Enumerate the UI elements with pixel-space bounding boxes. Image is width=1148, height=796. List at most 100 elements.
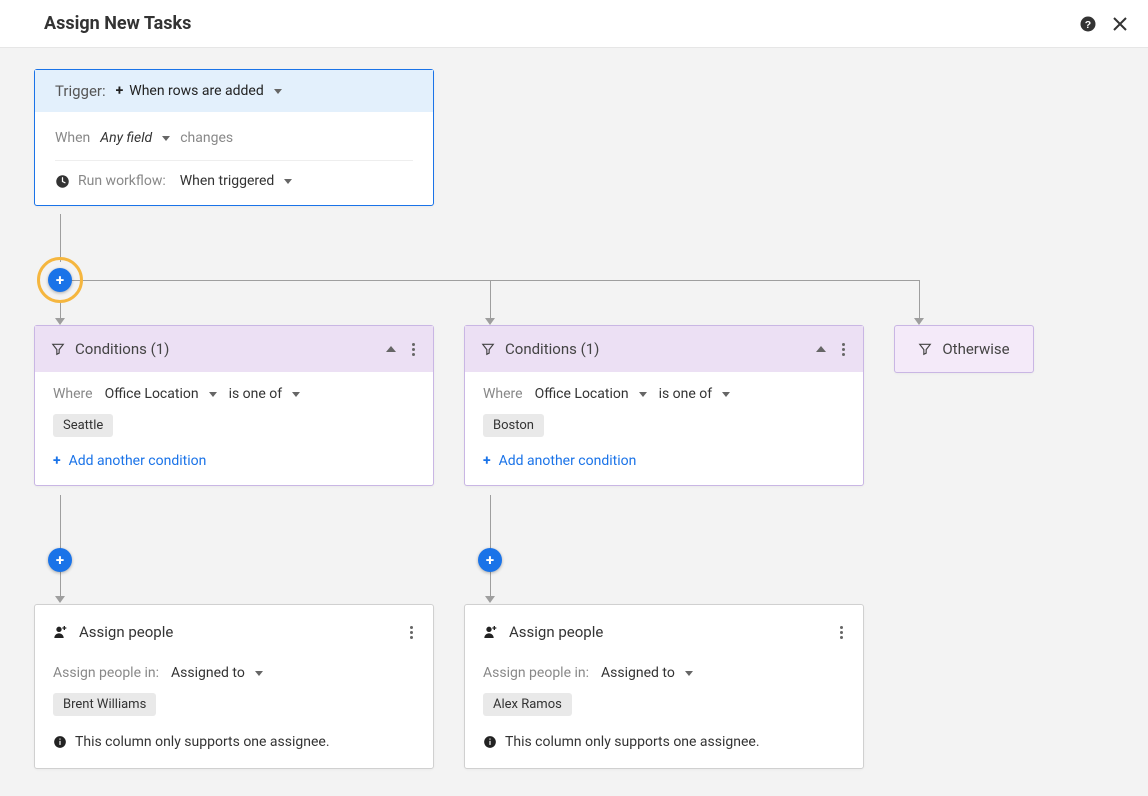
plus-icon: + bbox=[483, 453, 491, 469]
add-step-button[interactable]: + bbox=[48, 548, 72, 572]
info-icon bbox=[483, 735, 497, 749]
connector bbox=[62, 280, 920, 281]
condition-card-1: Conditions (1) Where Office Location is … bbox=[34, 325, 434, 486]
condition-operator-dropdown[interactable]: is one of bbox=[229, 386, 301, 402]
assignee-tag[interactable]: Alex Ramos bbox=[483, 693, 572, 716]
chevron-down-icon bbox=[722, 392, 730, 397]
more-menu-icon[interactable] bbox=[408, 624, 415, 641]
filter-icon bbox=[481, 342, 495, 356]
add-step-button[interactable]: + bbox=[48, 268, 72, 292]
chevron-down-icon bbox=[274, 89, 282, 94]
arrow-down-icon bbox=[55, 318, 65, 325]
header-actions: ? bbox=[1078, 14, 1130, 34]
connector bbox=[60, 495, 61, 598]
add-step-button[interactable]: + bbox=[478, 548, 502, 572]
assign-title-group: Assign people bbox=[53, 623, 173, 641]
condition-value-tag[interactable]: Seattle bbox=[53, 414, 113, 437]
condition-field-dropdown[interactable]: Office Location bbox=[105, 386, 217, 402]
assign-title: Assign people bbox=[509, 623, 603, 641]
assign-card-2: Assign people Assign people in: Assigned… bbox=[464, 604, 864, 769]
condition-header-actions bbox=[816, 341, 847, 358]
trigger-type-text: When rows are added bbox=[129, 83, 263, 99]
plus-icon: + bbox=[116, 83, 124, 99]
connector bbox=[60, 214, 61, 262]
condition-card-2: Conditions (1) Where Office Location is … bbox=[464, 325, 864, 486]
page-header: Assign New Tasks ? bbox=[0, 0, 1148, 48]
condition-operator-dropdown[interactable]: is one of bbox=[659, 386, 731, 402]
arrow-down-icon bbox=[914, 318, 924, 325]
more-menu-icon[interactable] bbox=[838, 624, 845, 641]
chevron-up-icon[interactable] bbox=[816, 346, 826, 352]
condition-title: Conditions (1) bbox=[75, 340, 169, 358]
assign-card-1: Assign people Assign people in: Assigned… bbox=[34, 604, 434, 769]
assign-column-row: Assign people in: Assigned to bbox=[53, 665, 415, 681]
assign-in-label: Assign people in: bbox=[483, 665, 589, 681]
clock-icon bbox=[55, 174, 70, 189]
where-label: Where bbox=[483, 386, 523, 402]
changes-label: changes bbox=[180, 130, 233, 146]
assign-header: Assign people bbox=[53, 623, 415, 641]
assign-column-dropdown[interactable]: Assigned to bbox=[171, 665, 263, 681]
condition-header: Conditions (1) bbox=[35, 326, 433, 372]
assign-info-row: This column only supports one assignee. bbox=[483, 734, 845, 750]
condition-operator-text: is one of bbox=[659, 386, 713, 402]
assign-column-text: Assigned to bbox=[171, 665, 245, 681]
condition-body: Where Office Location is one of Boston +… bbox=[465, 372, 863, 485]
trigger-type-dropdown[interactable]: + When rows are added bbox=[116, 83, 282, 99]
assign-info-row: This column only supports one assignee. bbox=[53, 734, 415, 750]
assign-title: Assign people bbox=[79, 623, 173, 641]
chevron-down-icon bbox=[255, 671, 263, 676]
assign-in-label: Assign people in: bbox=[53, 665, 159, 681]
add-condition-label: Add another condition bbox=[499, 453, 637, 469]
assign-people-icon bbox=[53, 624, 69, 640]
assign-column-row: Assign people in: Assigned to bbox=[483, 665, 845, 681]
condition-field-dropdown[interactable]: Office Location bbox=[535, 386, 647, 402]
condition-title-group: Conditions (1) bbox=[481, 340, 599, 358]
assign-info-text: This column only supports one assignee. bbox=[75, 734, 330, 750]
connector bbox=[60, 300, 61, 320]
more-menu-icon[interactable] bbox=[410, 341, 417, 358]
otherwise-label: Otherwise bbox=[942, 340, 1009, 358]
condition-field-text: Office Location bbox=[535, 386, 629, 402]
assign-column-dropdown[interactable]: Assigned to bbox=[601, 665, 693, 681]
condition-title: Conditions (1) bbox=[505, 340, 599, 358]
arrow-down-icon bbox=[55, 596, 65, 603]
info-icon bbox=[53, 735, 67, 749]
trigger-field-dropdown[interactable]: Any field bbox=[100, 130, 170, 146]
trigger-header: Trigger: + When rows are added bbox=[35, 70, 433, 112]
trigger-field-text: Any field bbox=[100, 130, 152, 146]
assignee-tag[interactable]: Brent Williams bbox=[53, 693, 156, 716]
assign-info-text: This column only supports one assignee. bbox=[505, 734, 760, 750]
page-title: Assign New Tasks bbox=[44, 13, 191, 34]
plus-icon: + bbox=[53, 453, 61, 469]
assign-title-group: Assign people bbox=[483, 623, 603, 641]
add-another-condition-button[interactable]: + Add another condition bbox=[483, 453, 845, 469]
run-workflow-row: Run workflow: When triggered bbox=[55, 160, 413, 199]
help-icon[interactable]: ? bbox=[1078, 14, 1098, 34]
add-condition-label: Add another condition bbox=[69, 453, 207, 469]
where-label: Where bbox=[53, 386, 93, 402]
assign-column-text: Assigned to bbox=[601, 665, 675, 681]
condition-title-group: Conditions (1) bbox=[51, 340, 169, 358]
condition-body: Where Office Location is one of Seattle … bbox=[35, 372, 433, 485]
chevron-up-icon[interactable] bbox=[386, 346, 396, 352]
trigger-when-row: When Any field changes bbox=[55, 126, 413, 150]
chevron-down-icon bbox=[162, 136, 170, 141]
run-workflow-label: Run workflow: bbox=[78, 173, 166, 189]
more-menu-icon[interactable] bbox=[840, 341, 847, 358]
trigger-label: Trigger: bbox=[55, 82, 106, 100]
run-schedule-dropdown[interactable]: When triggered bbox=[180, 173, 293, 189]
trigger-body: When Any field changes Run workflow: Whe… bbox=[35, 112, 433, 205]
add-another-condition-button[interactable]: + Add another condition bbox=[53, 453, 415, 469]
close-icon[interactable] bbox=[1110, 14, 1130, 34]
connector bbox=[919, 280, 920, 320]
chevron-down-icon bbox=[292, 392, 300, 397]
condition-rule-row: Where Office Location is one of bbox=[483, 386, 845, 402]
condition-value-tag[interactable]: Boston bbox=[483, 414, 544, 437]
connector bbox=[490, 495, 491, 598]
trigger-card: Trigger: + When rows are added When Any … bbox=[34, 69, 434, 206]
arrow-down-icon bbox=[485, 318, 495, 325]
filter-icon bbox=[918, 342, 932, 356]
condition-rule-row: Where Office Location is one of bbox=[53, 386, 415, 402]
otherwise-card[interactable]: Otherwise bbox=[894, 325, 1034, 373]
